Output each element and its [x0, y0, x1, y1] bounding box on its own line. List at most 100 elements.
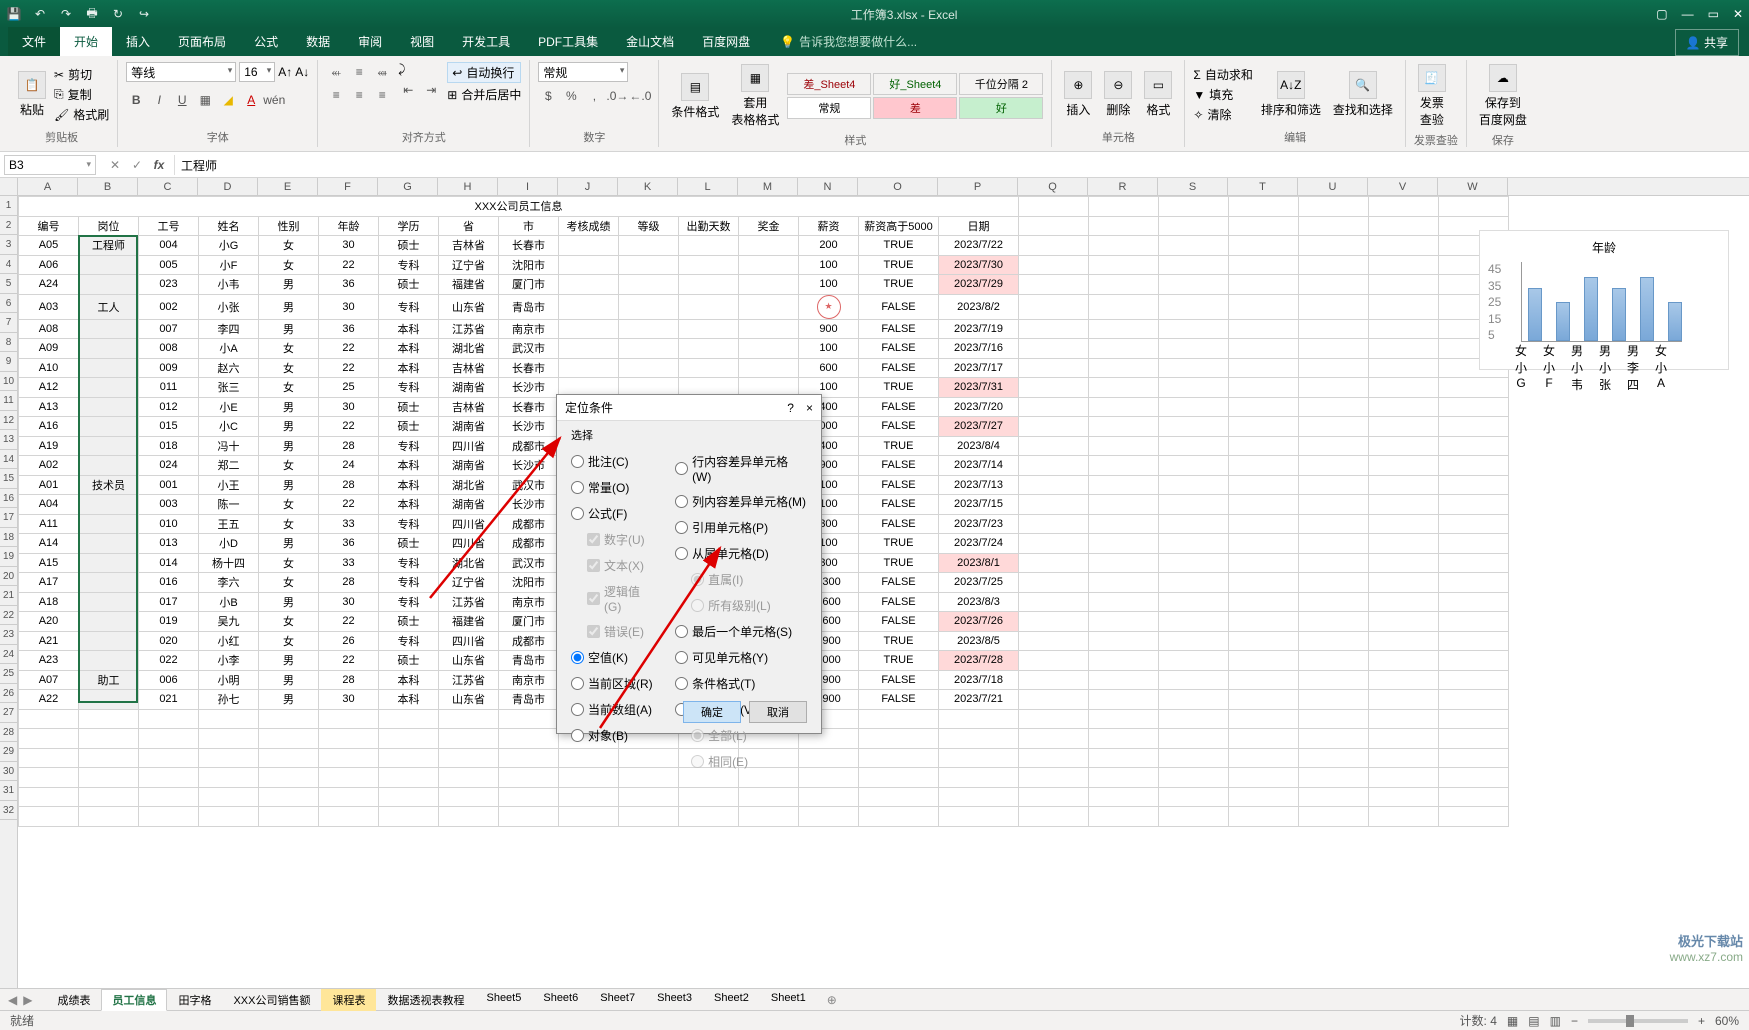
cell[interactable]: 四川省	[439, 514, 499, 534]
cell[interactable]	[679, 339, 739, 359]
row-header-29[interactable]: 29	[0, 742, 17, 762]
indent-dec-icon[interactable]: ⇤	[398, 80, 418, 100]
cell[interactable]: 厦门市	[499, 612, 559, 632]
save-icon[interactable]: 💾	[6, 6, 22, 22]
cell[interactable]	[79, 495, 139, 515]
style-good[interactable]: 好	[959, 97, 1043, 119]
cell[interactable]: A02	[19, 456, 79, 476]
cell[interactable]	[739, 319, 799, 339]
radio-comments[interactable]: 批注(C)	[571, 453, 657, 470]
phonetic-icon[interactable]: wén	[264, 90, 284, 110]
cell[interactable]: 男	[259, 670, 319, 690]
repeat-icon[interactable]: ↻	[110, 6, 126, 22]
cell[interactable]: 技术员	[79, 475, 139, 495]
cell[interactable]: 001	[139, 475, 199, 495]
cell[interactable]: 女	[259, 378, 319, 398]
cell[interactable]: 专科	[379, 553, 439, 573]
cell[interactable]: TRUE	[859, 378, 939, 398]
cell[interactable]: TRUE	[859, 236, 939, 256]
cell[interactable]: 杨十四	[199, 553, 259, 573]
insert-cells-button[interactable]: ⊕插入	[1060, 69, 1096, 120]
cell[interactable]: FALSE	[859, 592, 939, 612]
cell[interactable]: TRUE	[859, 651, 939, 671]
row-header-6[interactable]: 6	[0, 294, 17, 314]
cell[interactable]	[79, 592, 139, 612]
col-header-S[interactable]: S	[1158, 178, 1228, 195]
col-header-R[interactable]: R	[1088, 178, 1158, 195]
sheet-tab[interactable]: Sheet2	[703, 989, 760, 1011]
cell[interactable]: 22	[319, 612, 379, 632]
sheet-tab[interactable]: 成绩表	[46, 989, 101, 1011]
cell[interactable]: 004	[139, 236, 199, 256]
cell[interactable]: 男	[259, 294, 319, 319]
sheet-tab[interactable]: Sheet5	[475, 989, 532, 1011]
select-all-corner[interactable]	[0, 178, 18, 196]
minimize-icon[interactable]: —	[1682, 7, 1694, 21]
cell[interactable]: 023	[139, 275, 199, 295]
cell[interactable]	[79, 690, 139, 710]
cell[interactable]: 吉林省	[439, 358, 499, 378]
cell[interactable]: 100	[799, 275, 859, 295]
cell[interactable]: FALSE	[859, 319, 939, 339]
number-format-combo[interactable]: 常规	[538, 62, 628, 82]
cell[interactable]: 33	[319, 514, 379, 534]
header-cell[interactable]: 市	[499, 216, 559, 236]
delete-cells-button[interactable]: ⊖删除	[1100, 69, 1136, 120]
cell[interactable]: 长沙市	[499, 456, 559, 476]
cell[interactable]: 2023/7/23	[939, 514, 1019, 534]
cell[interactable]: 017	[139, 592, 199, 612]
row-header-32[interactable]: 32	[0, 801, 17, 821]
cell[interactable]: 武汉市	[499, 475, 559, 495]
row-header-26[interactable]: 26	[0, 684, 17, 704]
cell[interactable]: 女	[259, 495, 319, 515]
cell[interactable]: 陈一	[199, 495, 259, 515]
cell[interactable]: 专科	[379, 631, 439, 651]
cell[interactable]: 2023/7/24	[939, 534, 1019, 554]
cell[interactable]: 本科	[379, 495, 439, 515]
row-header-11[interactable]: 11	[0, 391, 17, 411]
cell[interactable]	[619, 236, 679, 256]
cell[interactable]: 江苏省	[439, 670, 499, 690]
print-icon[interactable]: 🖶	[84, 6, 100, 22]
row-header-14[interactable]: 14	[0, 450, 17, 470]
cell[interactable]: 2023/7/13	[939, 475, 1019, 495]
cell[interactable]: FALSE	[859, 495, 939, 515]
conditional-format-button[interactable]: ▤条件格式	[667, 71, 723, 122]
cell[interactable]: 青岛市	[499, 651, 559, 671]
cell[interactable]: 女	[259, 553, 319, 573]
cell[interactable]: 本科	[379, 670, 439, 690]
cell[interactable]: A10	[19, 358, 79, 378]
cell[interactable]: 022	[139, 651, 199, 671]
table-title[interactable]: XXX公司员工信息	[19, 197, 1019, 217]
cell[interactable]: 王五	[199, 514, 259, 534]
row-header-18[interactable]: 18	[0, 528, 17, 548]
cell[interactable]: A15	[19, 553, 79, 573]
cell[interactable]: 016	[139, 573, 199, 593]
align-top-icon[interactable]: ⬴	[326, 62, 346, 82]
cell[interactable]: 赵六	[199, 358, 259, 378]
cell[interactable]: 本科	[379, 358, 439, 378]
row-header-24[interactable]: 24	[0, 645, 17, 665]
cell[interactable]: 湖南省	[439, 456, 499, 476]
format-cells-button[interactable]: ▭格式	[1140, 69, 1176, 120]
cell[interactable]: 28	[319, 573, 379, 593]
cell[interactable]: A03	[19, 294, 79, 319]
cell[interactable]: FALSE	[859, 417, 939, 437]
fill-color-icon[interactable]: ◢	[218, 90, 238, 110]
cell[interactable]: 湖北省	[439, 475, 499, 495]
cell[interactable]	[619, 319, 679, 339]
sheet-tab[interactable]: 员工信息	[101, 989, 167, 1011]
view-pagebreak-icon[interactable]: ▥	[1550, 1014, 1561, 1028]
dialog-close-icon[interactable]: ×	[806, 401, 813, 415]
cell[interactable]: 25	[319, 378, 379, 398]
cell[interactable]: 男	[259, 592, 319, 612]
cell[interactable]	[79, 612, 139, 632]
cell[interactable]: 200	[799, 236, 859, 256]
cell[interactable]: 江苏省	[439, 319, 499, 339]
cell[interactable]: 孙七	[199, 690, 259, 710]
cell[interactable]: 小王	[199, 475, 259, 495]
cell[interactable]	[79, 631, 139, 651]
zoom-slider[interactable]	[1588, 1019, 1688, 1023]
cell[interactable]: TRUE	[859, 436, 939, 456]
zoom-out-icon[interactable]: −	[1571, 1014, 1578, 1028]
